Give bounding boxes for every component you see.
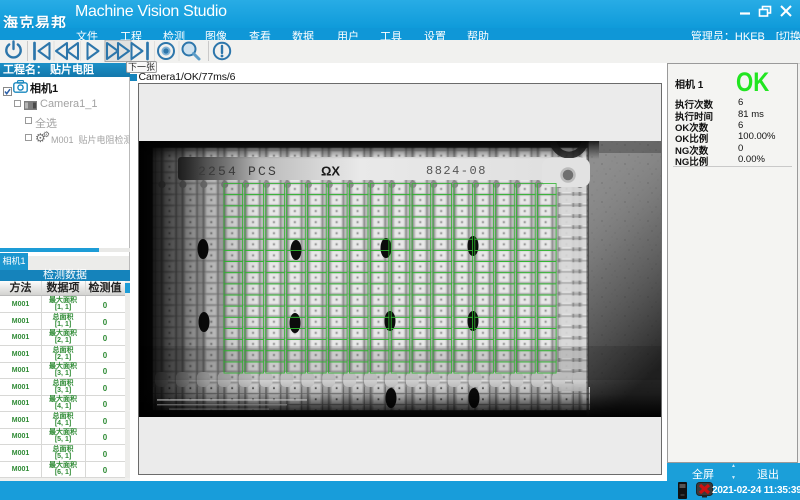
- svg-text:8824-08: 8824-08: [426, 164, 487, 178]
- svg-text:2254 PCS: 2254 PCS: [198, 164, 278, 179]
- svg-text:ΩX: ΩX: [321, 164, 340, 179]
